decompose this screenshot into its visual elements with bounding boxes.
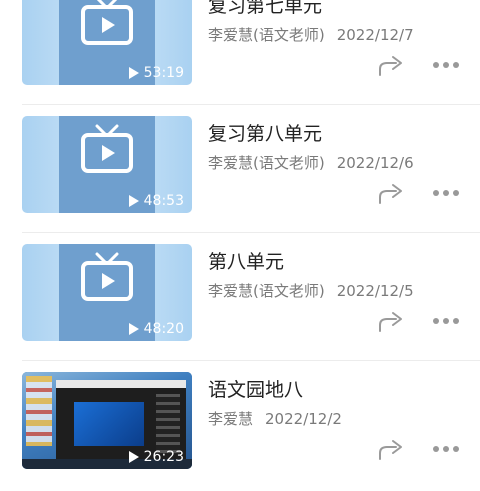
more-icon[interactable] xyxy=(433,318,459,326)
video-list: 53:19 复习第七单元 李爱慧(语文老师) 2022/12/7 48:53 复… xyxy=(0,0,480,491)
video-thumbnail[interactable]: 53:19 xyxy=(22,0,192,85)
author: 李爱慧(语文老师) xyxy=(208,282,325,300)
share-icon[interactable] xyxy=(378,183,404,205)
play-icon xyxy=(128,451,139,463)
play-icon xyxy=(128,323,139,335)
share-icon[interactable] xyxy=(378,55,404,77)
video-title[interactable]: 复习第七单元 xyxy=(208,0,322,18)
video-meta: 李爱慧 2022/12/2 xyxy=(208,408,342,429)
video-meta: 李爱慧(语文老师) 2022/12/7 xyxy=(208,24,414,45)
date: 2022/12/6 xyxy=(336,154,414,172)
duration-badge: 26:23 xyxy=(128,449,184,465)
share-icon[interactable] xyxy=(378,311,404,333)
video-title[interactable]: 复习第八单元 xyxy=(208,119,322,146)
video-thumbnail[interactable]: 26:23 xyxy=(22,372,192,469)
video-title[interactable]: 第八单元 xyxy=(208,247,284,274)
video-meta: 李爱慧(语文老师) 2022/12/6 xyxy=(208,152,414,173)
duration-badge: 53:19 xyxy=(128,65,184,81)
duration-text: 53:19 xyxy=(143,65,184,81)
duration-badge: 48:53 xyxy=(128,193,184,209)
list-item[interactable]: 53:19 复习第七单元 李爱慧(语文老师) 2022/12/7 xyxy=(0,0,480,107)
video-meta: 李爱慧(语文老师) 2022/12/5 xyxy=(208,280,414,301)
more-icon[interactable] xyxy=(433,62,459,70)
duration-text: 48:53 xyxy=(143,193,184,209)
share-icon[interactable] xyxy=(378,439,404,461)
author: 李爱慧(语文老师) xyxy=(208,154,325,172)
window-screen xyxy=(74,402,144,446)
video-title[interactable]: 语文园地八 xyxy=(208,375,303,402)
play-icon xyxy=(128,67,139,79)
video-thumbnail[interactable]: 48:53 xyxy=(22,116,192,213)
author: 李爱慧 xyxy=(208,410,254,428)
desktop-icons xyxy=(26,376,52,446)
tv-icon xyxy=(81,0,133,45)
list-item[interactable]: 48:53 复习第八单元 李爱慧(语文老师) 2022/12/6 xyxy=(0,104,480,235)
more-icon[interactable] xyxy=(433,446,459,454)
more-icon[interactable] xyxy=(433,190,459,198)
date: 2022/12/2 xyxy=(265,410,342,428)
date: 2022/12/5 xyxy=(336,282,414,300)
duration-badge: 48:20 xyxy=(128,321,184,337)
duration-text: 26:23 xyxy=(143,449,184,465)
duration-text: 48:20 xyxy=(143,321,184,337)
date: 2022/12/7 xyxy=(336,26,414,44)
play-icon xyxy=(128,195,139,207)
video-thumbnail[interactable]: 48:20 xyxy=(22,244,192,341)
tv-icon xyxy=(81,124,133,173)
window-sidebar xyxy=(156,394,180,454)
tv-icon xyxy=(81,252,133,301)
list-item[interactable]: 48:20 第八单元 李爱慧(语文老师) 2022/12/5 xyxy=(0,232,480,363)
list-item[interactable]: 26:23 语文园地八 李爱慧 2022/12/2 xyxy=(0,360,480,491)
author: 李爱慧(语文老师) xyxy=(208,26,325,44)
